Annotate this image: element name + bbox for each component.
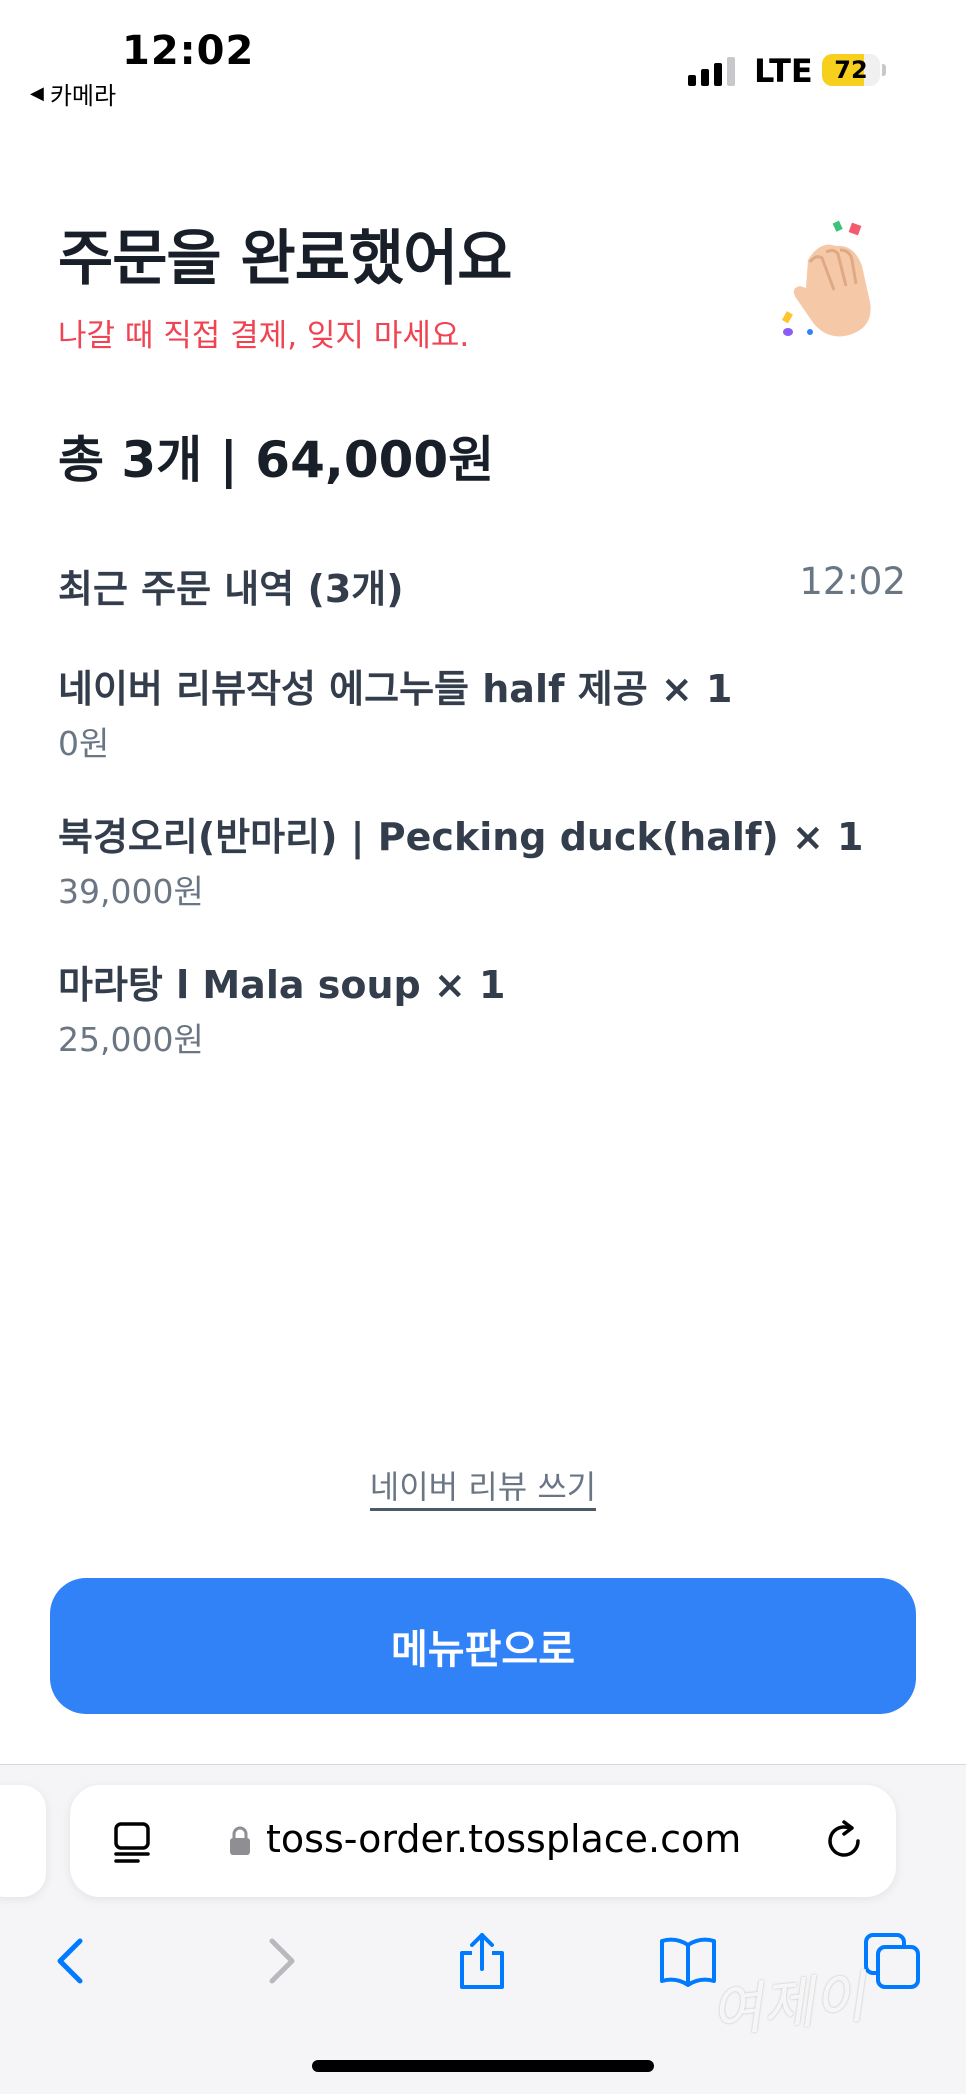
watermark: 여제이 [707,1965,869,2046]
url-text[interactable]: toss-order.tossplace.com [266,1817,741,1861]
network-type: LTE [754,52,813,90]
back-triangle-icon: ◀ [30,83,44,104]
recent-orders-title: 최근 주문 내역 (3개) [58,567,404,611]
order-list: 네이버 리뷰작성 에그누들 half 제공 × 1 0원 북경오리(반마리) |… [58,664,918,1108]
status-time: 12:02 [122,28,255,74]
battery-percent: 72 [834,56,868,84]
payment-reminder: 나갈 때 직접 결제, 잊지 마세요. [58,318,470,354]
write-review-link[interactable]: 네이버 리뷰 쓰기 [369,1468,597,1511]
battery-icon: 72 [822,54,886,86]
item-name: 네이버 리뷰작성 에그누들 half 제공 × 1 [58,667,733,711]
forward-arrow-icon[interactable] [250,1931,310,1991]
item-price: 0원 [58,724,110,763]
item-price: 25,000원 [58,1020,204,1059]
address-bar[interactable]: toss-order.tossplace.com [70,1785,896,1897]
list-item: 북경오리(반마리) | Pecking duck(half) × 1 39,00… [58,812,918,960]
page-menu-icon[interactable] [112,1821,152,1863]
back-app-label: 카메라 [49,82,117,110]
lock-icon [230,1826,250,1855]
review-link-container: 네이버 리뷰 쓰기 [0,1462,966,1511]
order-total: 총 3개 | 64,000원 [58,431,495,489]
share-icon[interactable] [452,1931,512,1991]
back-to-app-button[interactable]: ◀ 카메라 [30,76,116,111]
home-indicator[interactable] [312,2060,654,2072]
back-arrow-icon[interactable] [42,1931,102,1991]
list-item: 네이버 리뷰작성 에그누들 half 제공 × 1 0원 [58,664,918,812]
page-title: 주문을 완료했어요 [58,224,512,294]
item-name: 마라탕 l Mala soup × 1 [58,963,506,1007]
item-name: 북경오리(반마리) | Pecking duck(half) × 1 [58,815,864,859]
reload-icon[interactable] [822,1819,866,1863]
browser-chrome: toss-order.tossplace.com [0,1764,966,2094]
recent-orders-time: 12:02 [799,560,906,603]
item-price: 39,000원 [58,872,204,911]
tabs-icon[interactable] [862,1931,922,1991]
clapping-hand-icon [781,220,871,337]
previous-tab-preview[interactable] [0,1785,46,1897]
back-to-menu-button[interactable]: 메뉴판으로 [50,1578,916,1714]
cellular-signal-icon [688,56,735,86]
list-item: 마라탕 l Mala soup × 1 25,000원 [58,960,918,1108]
